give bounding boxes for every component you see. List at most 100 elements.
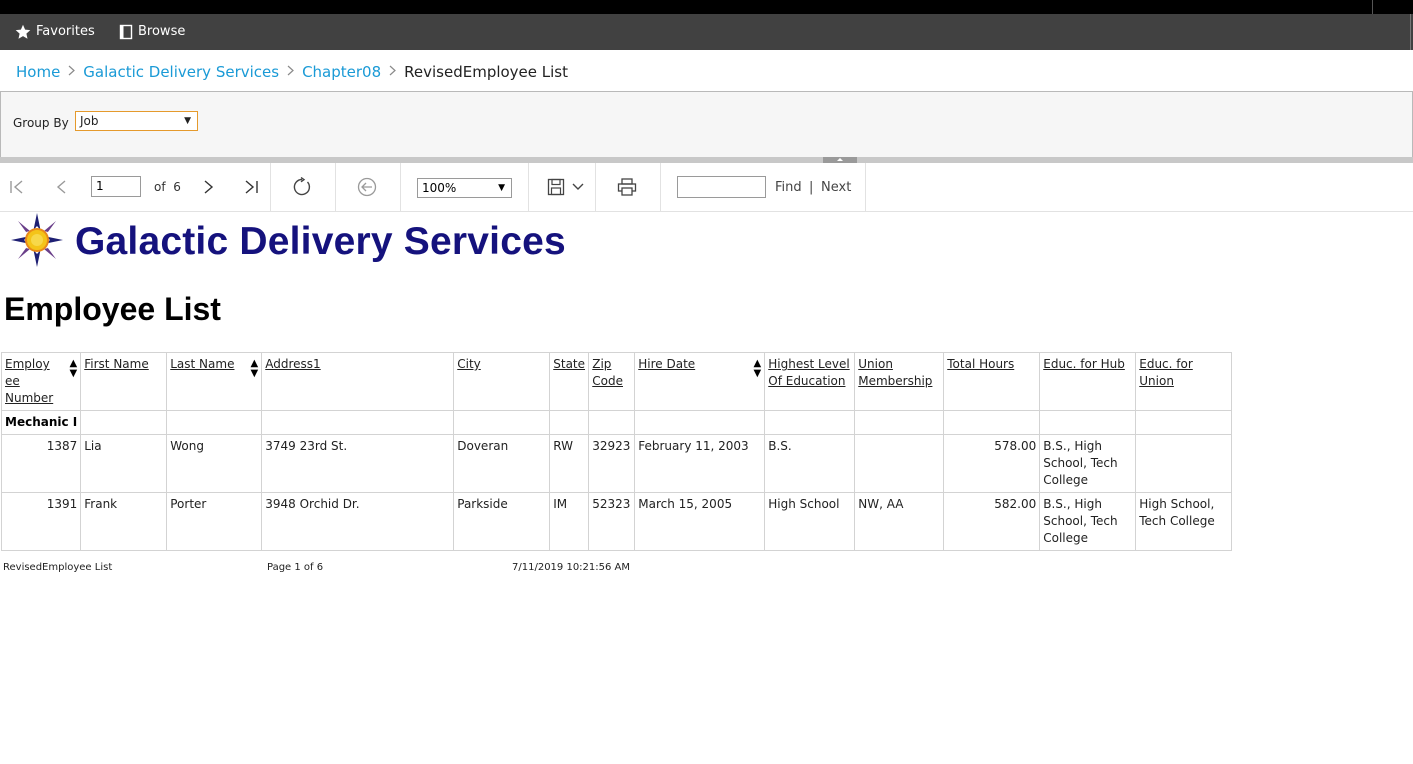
column-header-label[interactable]: Last Name — [170, 357, 234, 371]
column-header-label[interactable]: Zip Code — [592, 357, 623, 388]
table-cell — [764, 410, 856, 435]
last-page-icon[interactable] — [241, 177, 261, 197]
cell-first-name: Lia — [80, 434, 168, 493]
table-cell — [453, 410, 551, 435]
table-header-row: ▲ ▼ Employ ee Number First Name ▲ ▼ Last Name … — [0, 352, 1233, 411]
toolbar-divider — [865, 163, 866, 211]
table-cell — [166, 410, 263, 435]
previous-page-icon[interactable] — [52, 177, 72, 197]
find-link[interactable]: Find — [775, 180, 802, 195]
column-header-hire-date[interactable]: ▲ ▼ Hire Date — [634, 352, 766, 411]
cell-address: 3948 Orchid Dr. — [261, 492, 455, 551]
table-cell — [80, 410, 168, 435]
print-icon[interactable] — [617, 177, 637, 197]
toolbar-divider — [400, 163, 401, 211]
cell-employee-number: 1387 — [0, 434, 82, 493]
table-cell — [943, 410, 1041, 435]
column-header-label[interactable]: City — [457, 357, 481, 371]
chevron-right-icon — [389, 65, 397, 79]
employee-table: ▲ ▼ Employ ee Number First Name ▲ ▼ Last Name … — [0, 352, 1233, 551]
page-number-input[interactable]: 1 — [91, 176, 141, 197]
cell-state: RW — [549, 434, 590, 493]
dropdown-arrow-icon: ▼ — [184, 116, 191, 126]
browse-link[interactable]: Browse — [119, 14, 185, 50]
table-cell — [261, 410, 455, 435]
column-header-label[interactable]: Total Hours — [947, 357, 1014, 371]
cell-city: Parkside — [453, 492, 551, 551]
column-header-educ-union[interactable]: Educ. for Union — [1135, 352, 1233, 411]
column-header-label[interactable]: State — [553, 357, 585, 371]
column-header-highest-education[interactable]: Highest Level Of Education — [764, 352, 856, 411]
column-header-union-membership[interactable]: Union Membership — [854, 352, 945, 411]
cell-total-hours: 578.00 — [943, 434, 1041, 493]
export-dropdown-icon[interactable] — [568, 177, 588, 197]
page-count: 6 — [173, 180, 181, 194]
column-header-zip-code[interactable]: Zip Code — [588, 352, 636, 411]
table-cell — [634, 410, 766, 435]
group-by-value: Job — [80, 114, 99, 128]
sort-icon[interactable]: ▲ ▼ — [70, 359, 78, 379]
column-header-total-hours[interactable]: Total Hours — [943, 352, 1041, 411]
column-header-label[interactable]: First Name — [84, 357, 148, 371]
cell-zip: 32923 — [588, 434, 636, 493]
cell-educ-union: High School, Tech College — [1135, 492, 1233, 551]
zoom-select[interactable]: 100% ▼ — [417, 178, 512, 198]
table-cell — [588, 410, 636, 435]
find-separator: | — [809, 180, 814, 195]
group-row: Mechanic I — [0, 410, 1233, 435]
top-strip-divider — [1372, 0, 1373, 14]
favorites-link[interactable]: Favorites — [15, 14, 95, 50]
report-title: Employee List — [4, 291, 221, 327]
table-cell — [1039, 410, 1137, 435]
column-header-label[interactable]: Hire Date — [638, 357, 695, 371]
cell-union — [854, 434, 945, 493]
footer-page-number: Page 1 of 6 — [267, 562, 324, 573]
group-by-select[interactable]: Job ▼ — [75, 111, 198, 131]
save-icon[interactable] — [546, 177, 566, 197]
column-header-label[interactable]: Union Membership — [858, 357, 932, 388]
column-header-educ-hub[interactable]: Educ. for Hub — [1039, 352, 1137, 411]
column-header-city[interactable]: City — [453, 352, 551, 411]
cell-zip: 52323 — [588, 492, 636, 551]
report-toolbar: 1 of 6 100% ▼ Find | Next — [0, 163, 1413, 212]
cell-educ-union — [1135, 434, 1233, 493]
cell-employee-number: 1391 — [0, 492, 82, 551]
cell-education: B.S. — [764, 434, 856, 493]
column-header-label[interactable]: Educ. for Hub — [1043, 357, 1125, 371]
find-input[interactable] — [677, 176, 766, 198]
star-icon — [15, 24, 31, 39]
find-next-link[interactable]: Next — [821, 180, 851, 195]
column-header-first-name[interactable]: First Name — [80, 352, 168, 411]
sort-icon[interactable]: ▲ ▼ — [251, 359, 259, 379]
column-header-state[interactable]: State — [549, 352, 590, 411]
back-to-parent-icon[interactable] — [357, 177, 377, 197]
favorites-label: Favorites — [36, 24, 95, 39]
first-page-icon[interactable] — [8, 177, 28, 197]
sort-icon[interactable]: ▲ ▼ — [754, 359, 762, 379]
column-header-label[interactable]: Highest Level Of Education — [768, 357, 849, 388]
browse-label: Browse — [138, 24, 186, 39]
breadcrumb-chapter08[interactable]: Chapter08 — [302, 63, 381, 81]
breadcrumb-home[interactable]: Home — [16, 63, 60, 81]
of-label: of — [154, 180, 166, 194]
refresh-icon[interactable] — [292, 177, 312, 197]
table-row: 1391 Frank Porter 3948 Orchid Dr. Parksi… — [0, 492, 1233, 551]
column-header-employee-number[interactable]: ▲ ▼ Employ ee Number — [0, 352, 82, 411]
column-header-label[interactable]: Address1 — [265, 357, 320, 371]
column-header-label[interactable]: Employ ee Number — [5, 357, 53, 405]
cell-total-hours: 582.00 — [943, 492, 1041, 551]
cell-hire-date: February 11, 2003 — [634, 434, 766, 493]
chevron-right-icon — [287, 65, 294, 79]
column-header-last-name[interactable]: ▲ ▼ Last Name — [166, 352, 263, 411]
cell-last-name: Wong — [166, 434, 263, 493]
breadcrumb-galactic-delivery[interactable]: Galactic Delivery Services — [83, 63, 279, 81]
table-row: 1387 Lia Wong 3749 23rd St. Doveran RW 3… — [0, 434, 1233, 493]
cell-educ-hub: B.S., High School, Tech College — [1039, 434, 1137, 493]
zoom-value: 100% — [422, 181, 457, 195]
cell-state: IM — [549, 492, 590, 551]
company-logo — [10, 212, 64, 272]
cell-first-name: Frank — [80, 492, 168, 551]
column-header-label[interactable]: Educ. for Union — [1139, 357, 1193, 388]
next-page-icon[interactable] — [198, 177, 218, 197]
column-header-address1[interactable]: Address1 — [261, 352, 455, 411]
